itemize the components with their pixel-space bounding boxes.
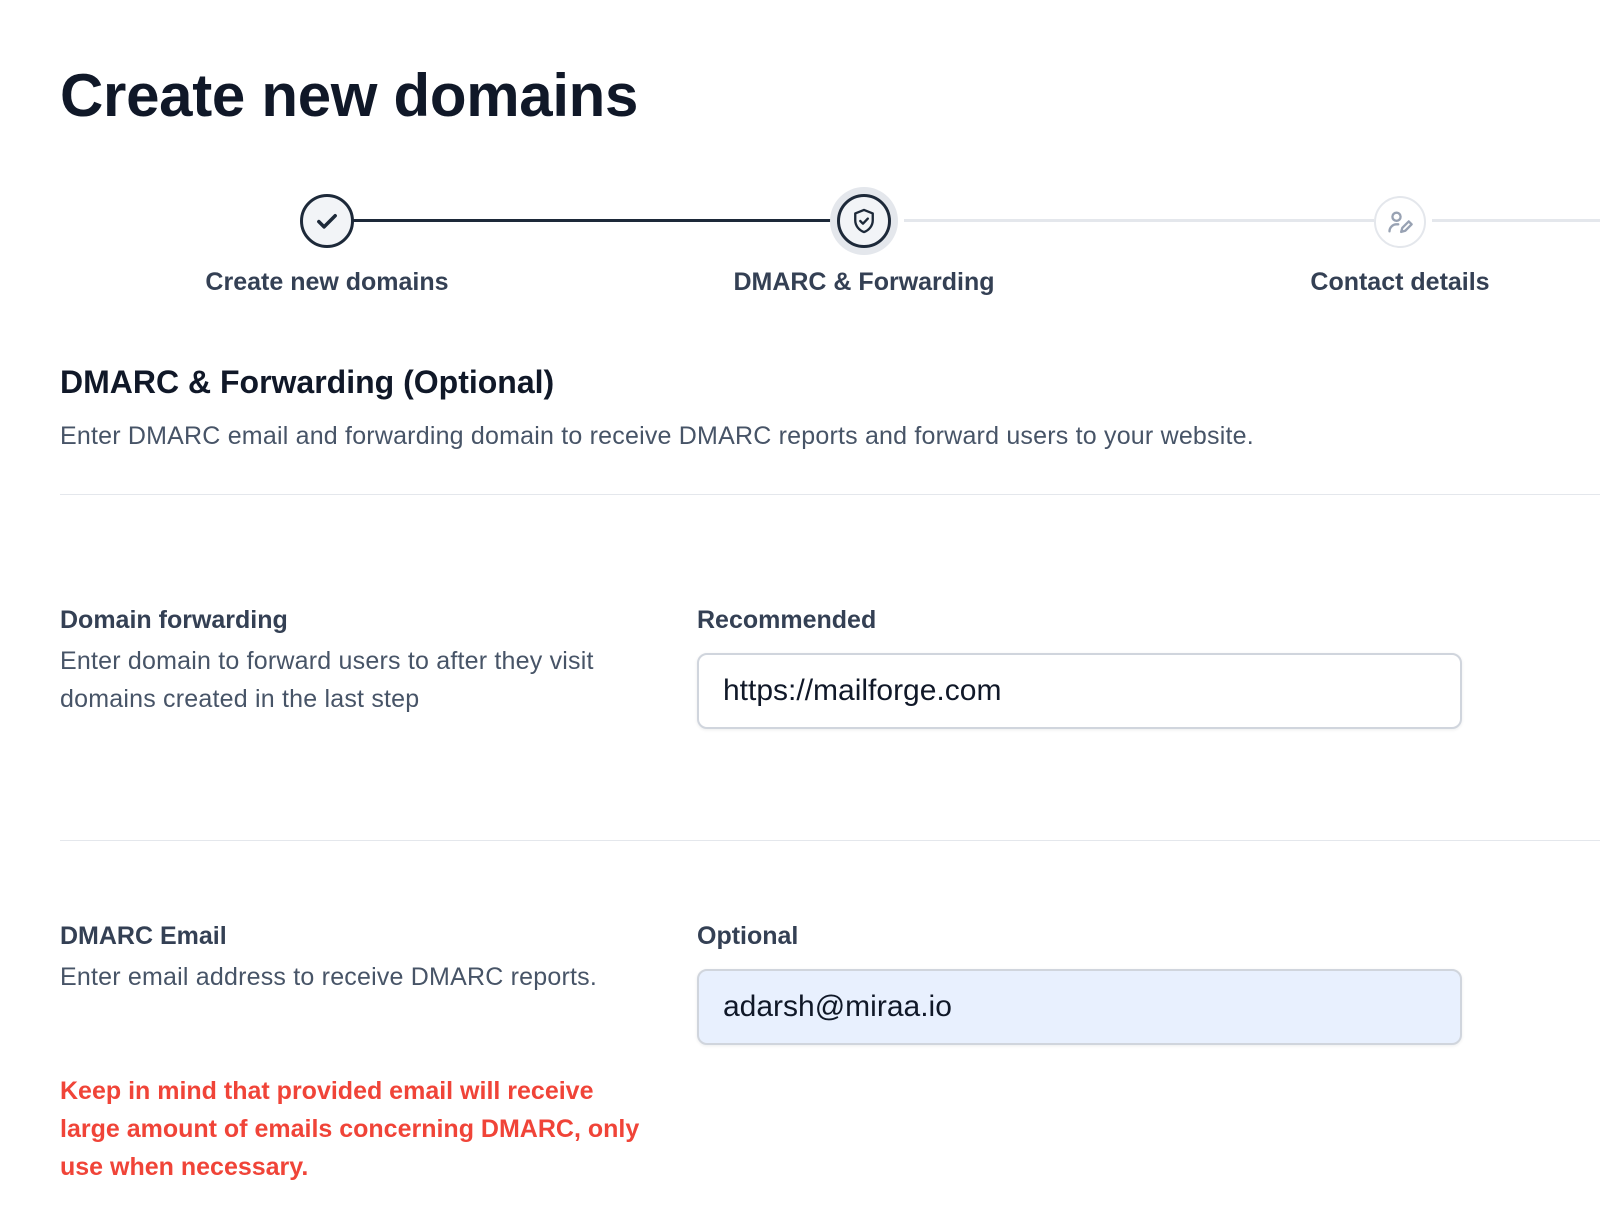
section-divider — [60, 494, 1600, 495]
user-edit-icon — [1388, 211, 1413, 234]
step-label-create-domains: Create new domains — [205, 268, 449, 296]
step-label-dmarc-forwarding: DMARC & Forwarding — [733, 268, 995, 296]
shield-check-icon — [854, 208, 874, 234]
dmarc-email-help-text: Enter email address to receive DMARC rep… — [60, 963, 597, 991]
dmarc-email-input-label: Optional — [697, 922, 799, 950]
field-divider — [60, 840, 1600, 841]
check-icon — [317, 214, 337, 229]
forwarding-input-label: Recommended — [697, 606, 877, 634]
forwarding-domain-input[interactable] — [697, 653, 1462, 729]
section-description: Enter DMARC email and forwarding domain … — [60, 422, 1254, 450]
forwarding-help-text: Enter domain to forward users to after t… — [60, 647, 594, 713]
stepper-track-pending — [904, 219, 1374, 222]
dmarc-warning-text: Keep in mind that provided email will re… — [60, 1077, 640, 1181]
create-domains-page: Create new domains Create new domains DM… — [0, 0, 1600, 1228]
progress-stepper: Create new domains DMARC & Forwarding Co… — [0, 0, 1600, 320]
step-3-indicator[interactable] — [1374, 196, 1426, 248]
step-1-indicator[interactable] — [300, 194, 354, 248]
dmarc-email-title: DMARC Email — [60, 922, 227, 950]
step-label-contact-details: Contact details — [1310, 268, 1490, 296]
stepper-track-complete — [349, 219, 836, 222]
dmarc-email-input[interactable] — [697, 969, 1462, 1045]
forwarding-title: Domain forwarding — [60, 606, 288, 634]
step-2-indicator[interactable] — [837, 194, 891, 248]
section-title: DMARC & Forwarding (Optional) — [60, 364, 555, 400]
stepper-track-upcoming — [1432, 219, 1600, 222]
